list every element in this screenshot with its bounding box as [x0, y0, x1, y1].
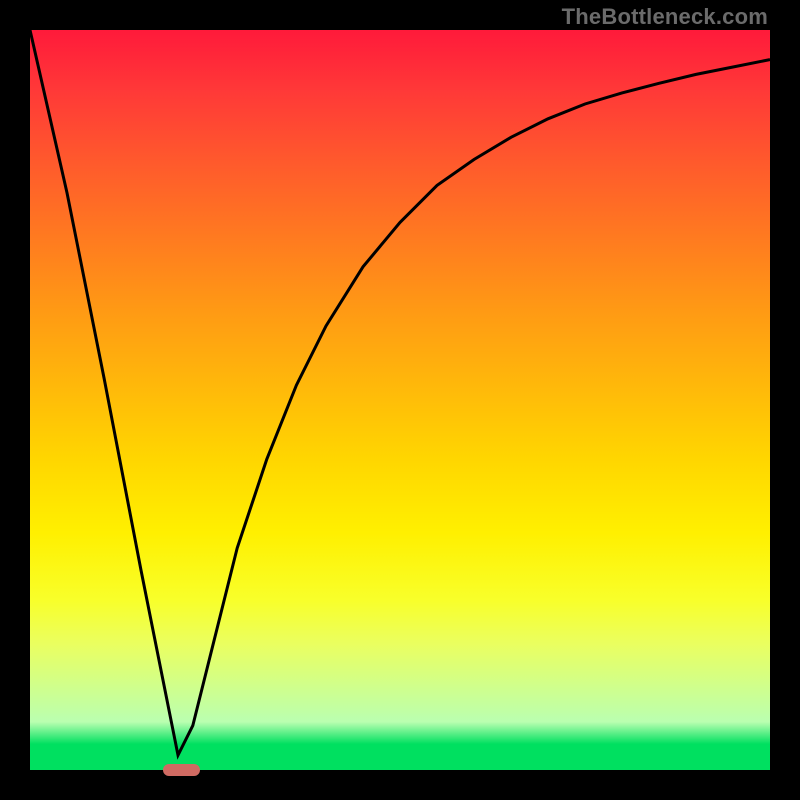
- watermark-text: TheBottleneck.com: [562, 4, 768, 30]
- curve-path: [30, 30, 770, 755]
- bottleneck-curve: [30, 30, 770, 770]
- minimum-marker: [163, 764, 200, 776]
- chart-frame: TheBottleneck.com: [0, 0, 800, 800]
- plot-area: [30, 30, 770, 770]
